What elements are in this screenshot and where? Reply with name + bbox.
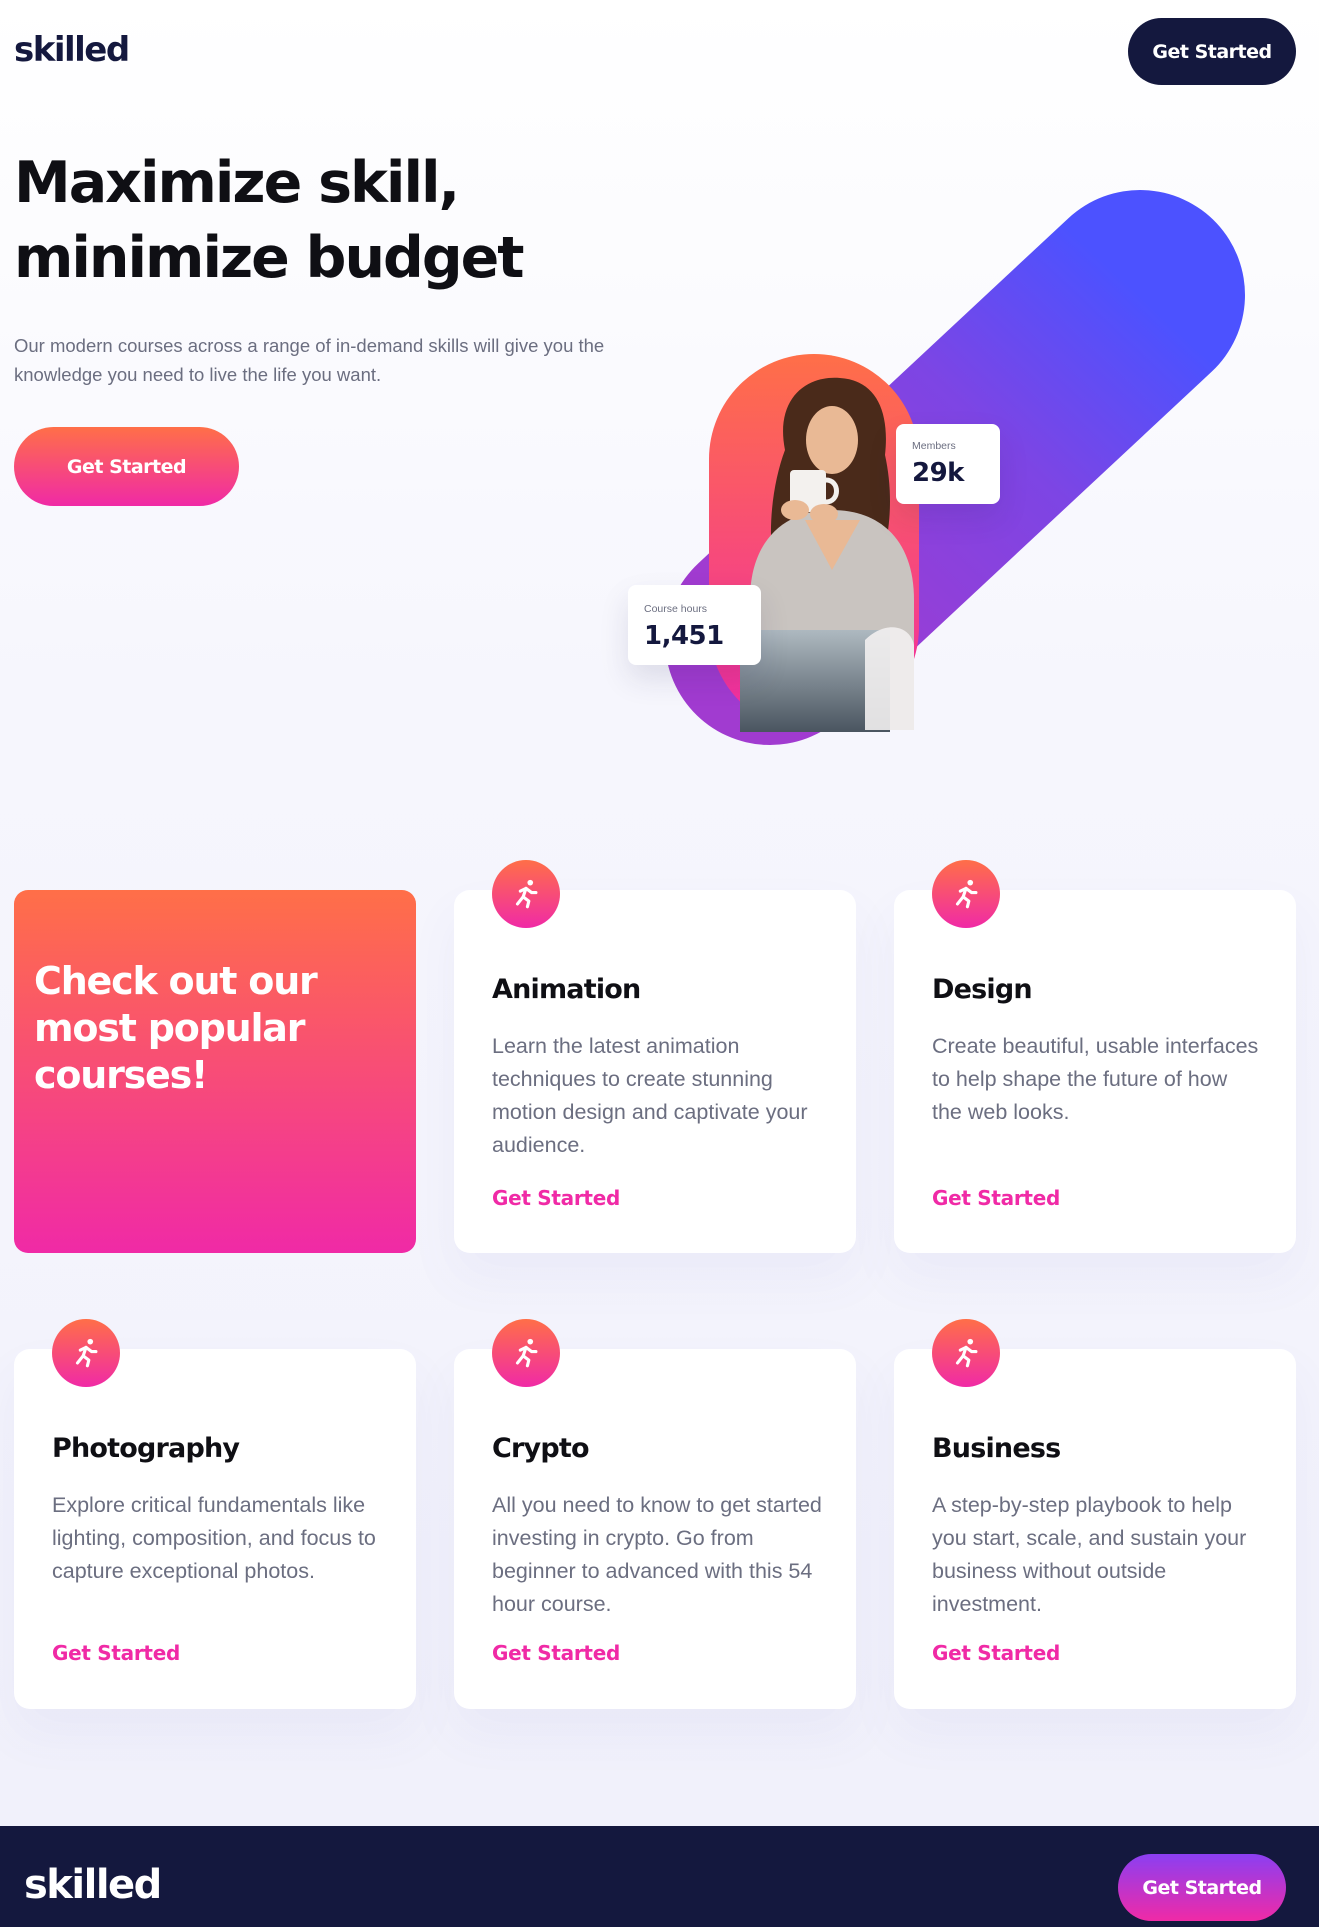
- course-hours-value: 1,451: [644, 621, 724, 651]
- course-description: Create beautiful, usable interfaces to h…: [932, 1034, 1259, 1124]
- course-get-started-link[interactable]: Get Started: [52, 1641, 180, 1665]
- course-card-photography: Photography Explore critical fundamental…: [14, 1319, 416, 1709]
- course-title: Design: [932, 974, 1033, 1005]
- header-get-started-button[interactable]: Get Started: [1128, 18, 1296, 85]
- hero-illustration: Members 29k Course hours 1,451: [600, 170, 1300, 750]
- course-hours-label: Course hours: [644, 603, 708, 615]
- members-value: 29k: [912, 458, 964, 488]
- hero-title-line-1: Maximize skill,: [14, 150, 460, 216]
- course-card-animation: Animation Learn the latest animation tec…: [454, 860, 856, 1253]
- course-hours-stat-card: Course hours 1,451: [628, 585, 761, 665]
- course-title: Business: [932, 1433, 1061, 1464]
- hero-subtitle: Our modern courses across a range of in-…: [14, 335, 605, 385]
- promo-title: Check out our most popular courses!: [34, 959, 318, 1097]
- logo[interactable]: skilled: [14, 30, 130, 70]
- course-get-started-link[interactable]: Get Started: [932, 1186, 1060, 1210]
- course-card-crypto: Crypto All you need to know to get start…: [454, 1319, 856, 1709]
- course-title: Crypto: [492, 1433, 590, 1464]
- running-person-icon: [932, 860, 1000, 928]
- hero-title-line-2: minimize budget: [14, 225, 525, 291]
- footer-logo[interactable]: skilled: [24, 1862, 162, 1908]
- course-card-design: Design Create beautiful, usable interfac…: [894, 860, 1296, 1253]
- site-footer: skilled Get Started: [0, 1826, 1319, 1927]
- course-card-business: Business A step-by-step playbook to help…: [894, 1319, 1296, 1709]
- running-person-icon: [52, 1319, 120, 1387]
- course-description: Explore critical fundamentals like light…: [52, 1493, 376, 1583]
- hero-title: Maximize skill, minimize budget: [14, 146, 614, 296]
- running-person-icon: [932, 1319, 1000, 1387]
- members-label: Members: [912, 440, 956, 452]
- course-description: Learn the latest animation techniques to…: [492, 1034, 808, 1157]
- course-description: All you need to know to get started inve…: [492, 1493, 822, 1616]
- course-get-started-link[interactable]: Get Started: [932, 1641, 1060, 1665]
- course-get-started-link[interactable]: Get Started: [492, 1186, 620, 1210]
- running-person-icon: [492, 1319, 560, 1387]
- hero-get-started-button[interactable]: Get Started: [14, 427, 239, 506]
- footer-get-started-button[interactable]: Get Started: [1118, 1854, 1286, 1921]
- course-get-started-link[interactable]: Get Started: [492, 1641, 620, 1665]
- running-person-icon: [492, 860, 560, 928]
- course-title: Photography: [52, 1433, 240, 1464]
- members-stat-card: Members 29k: [896, 424, 1000, 504]
- site-header: skilled Get Started: [0, 0, 1319, 100]
- course-title: Animation: [492, 974, 641, 1005]
- popular-courses-promo-card: Check out our most popular courses!: [14, 890, 416, 1253]
- course-description: A step-by-step playbook to help you star…: [932, 1493, 1247, 1616]
